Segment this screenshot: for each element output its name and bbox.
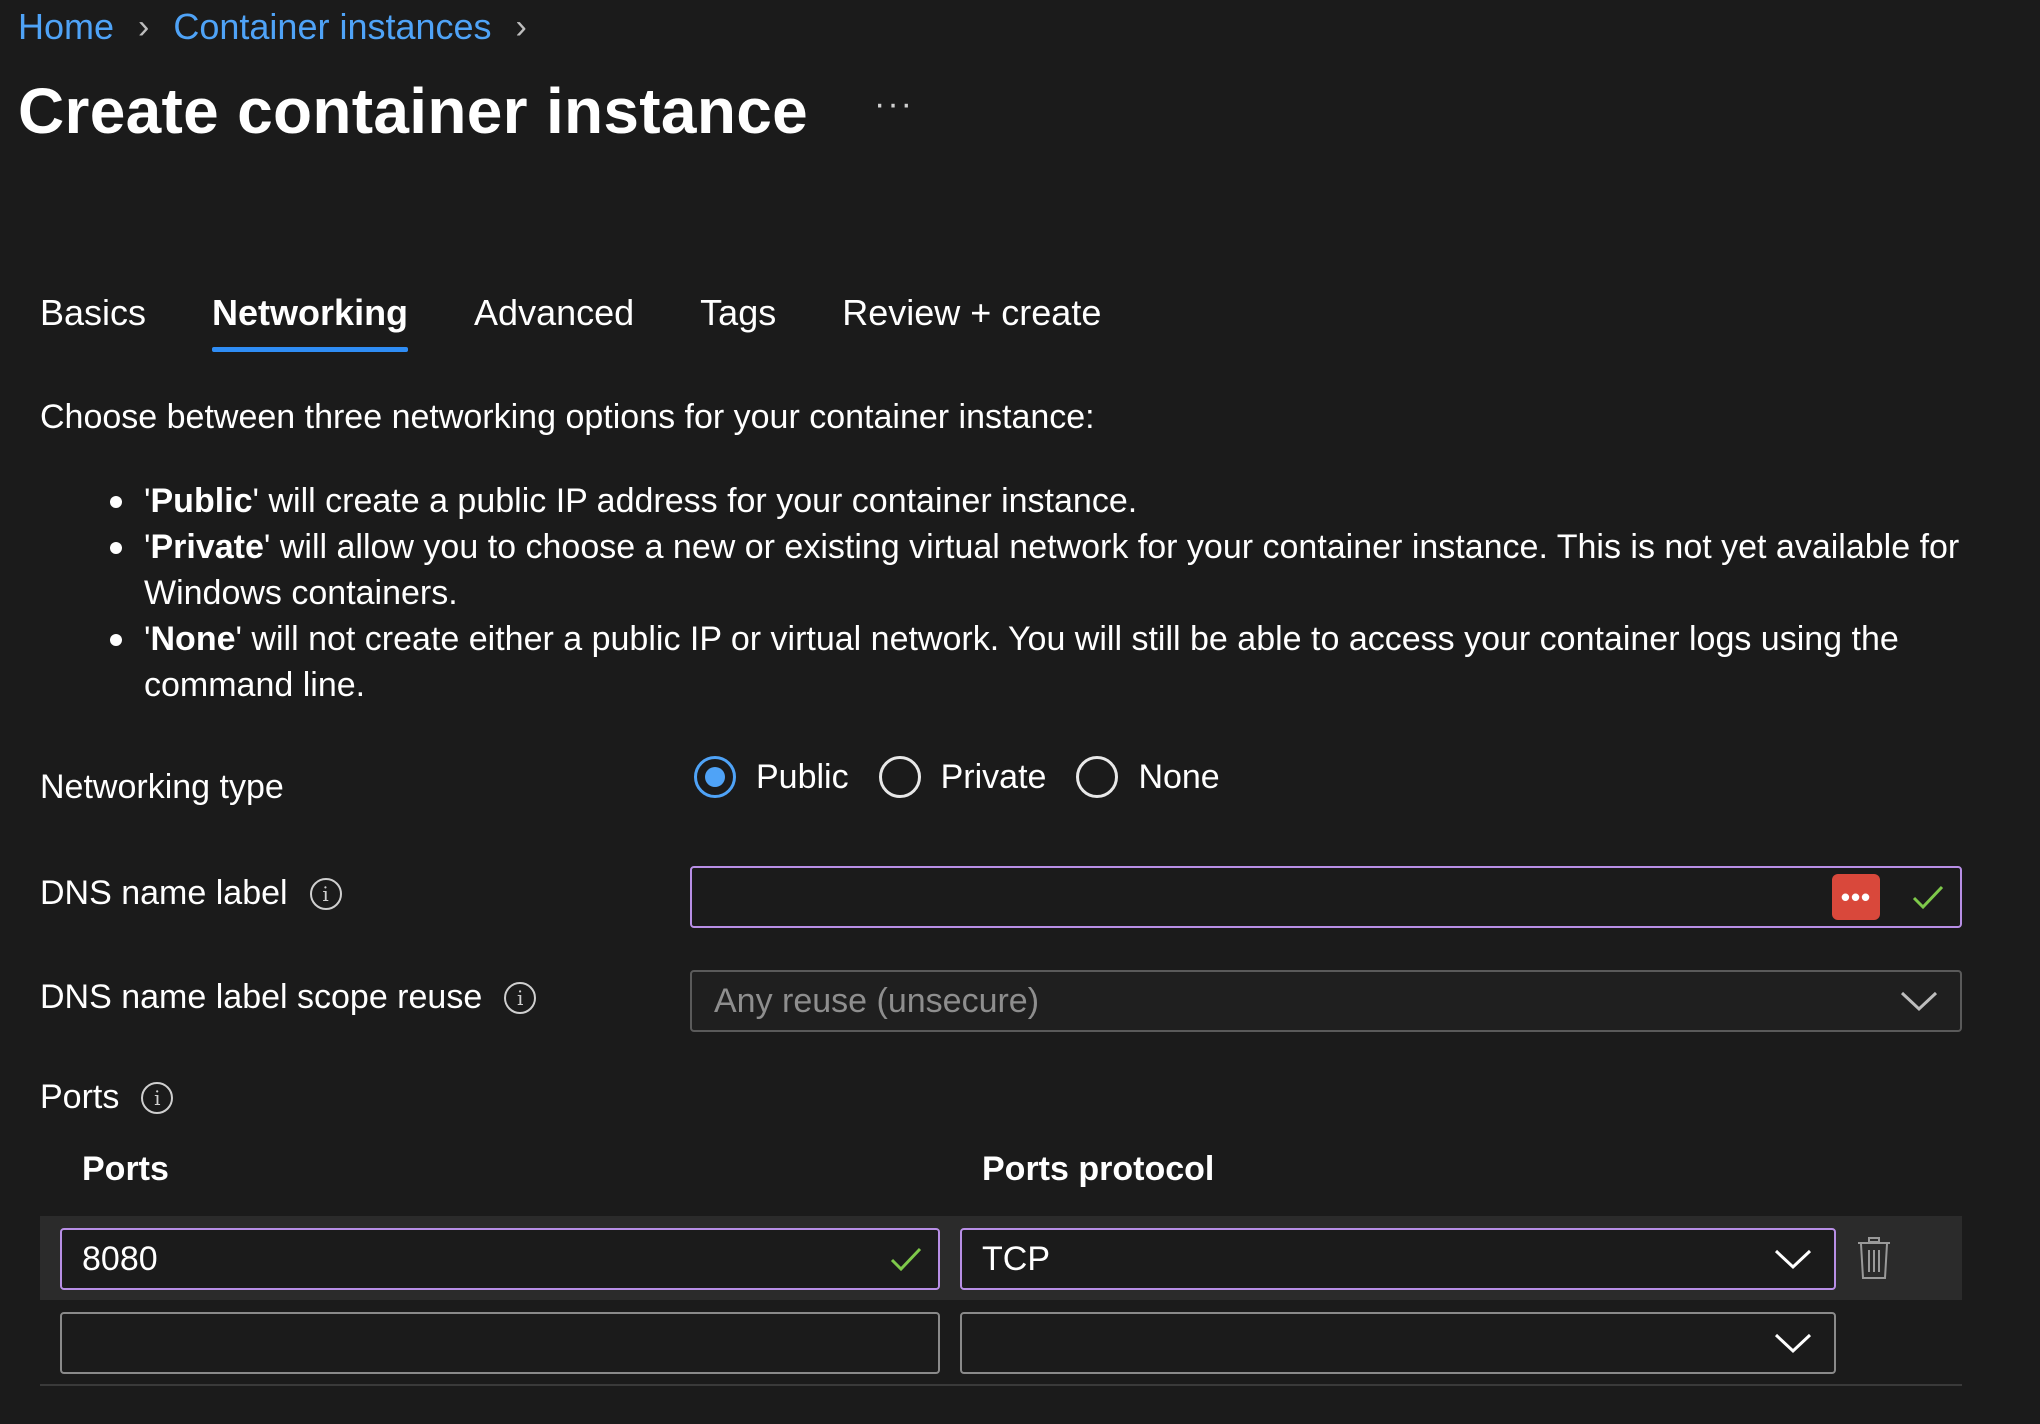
dns-name-input[interactable] — [692, 876, 1832, 918]
tab-review-create[interactable]: Review + create — [842, 292, 1101, 352]
radio-private-label: Private — [940, 757, 1047, 796]
list-item-none: 'None' will not create either a public I… — [110, 616, 1990, 708]
radio-none[interactable]: None — [1076, 756, 1220, 798]
info-icon[interactable]: i — [309, 877, 342, 910]
valid-check-icon — [888, 1241, 924, 1277]
dns-scope-reuse-label-text: DNS name label scope reuse — [40, 978, 483, 1016]
dns-scope-reuse-value: Any reuse (unsecure) — [714, 981, 1040, 1020]
list-item-public: 'Public' will create a public IP address… — [110, 478, 1990, 524]
delete-row-icon[interactable] — [1856, 1236, 1892, 1285]
chevron-down-icon — [1774, 1247, 1812, 1271]
breadcrumb-chevron-icon: › — [515, 8, 527, 46]
port-protocol-dropdown[interactable] — [960, 1312, 1836, 1374]
password-manager-icon[interactable]: ••• — [1832, 874, 1880, 920]
radio-checked-icon[interactable] — [694, 756, 736, 798]
tab-basics[interactable]: Basics — [40, 292, 146, 352]
port-protocol-dropdown[interactable]: TCP — [960, 1228, 1836, 1290]
radio-unchecked-icon[interactable] — [878, 756, 921, 798]
chevron-down-icon — [1774, 1331, 1812, 1355]
list-item-private: 'Private' will allow you to choose a new… — [110, 524, 1990, 616]
breadcrumb-chevron-icon: › — [138, 8, 150, 46]
port-input[interactable]: 8080 — [60, 1228, 940, 1290]
ports-section-label: Ports i — [40, 1078, 174, 1117]
networking-type-label: Networking type — [40, 768, 284, 807]
tab-advanced[interactable]: Advanced — [474, 292, 634, 352]
radio-public[interactable]: Public — [694, 756, 849, 798]
port-input[interactable] — [60, 1312, 940, 1374]
dns-name-field[interactable]: ••• — [690, 866, 1962, 928]
valid-check-icon — [1910, 879, 1946, 915]
breadcrumb: Home › Container instances › — [18, 6, 551, 48]
radio-none-label: None — [1138, 757, 1220, 796]
dns-name-label: DNS name label i — [40, 874, 342, 913]
radio-public-label: Public — [756, 757, 849, 796]
radio-unchecked-icon[interactable] — [1076, 756, 1119, 798]
info-icon[interactable]: i — [141, 1081, 174, 1114]
table-bottom-divider — [40, 1384, 1962, 1386]
port-protocol-value: TCP — [982, 1239, 1050, 1278]
page-title: Create container instance — [18, 75, 808, 147]
tab-bar: Basics Networking Advanced Tags Review +… — [40, 292, 1167, 352]
ports-protocol-column-header: Ports protocol — [982, 1150, 1215, 1188]
chevron-down-icon — [1900, 989, 1938, 1013]
breadcrumb-home-link[interactable]: Home — [18, 6, 114, 48]
ports-column-header: Ports — [82, 1150, 169, 1188]
create-container-page: Home › Container instances › Create cont… — [0, 0, 2040, 1424]
info-icon[interactable]: i — [504, 981, 537, 1014]
more-options-icon[interactable]: ··· — [874, 85, 914, 124]
radio-private[interactable]: Private — [878, 756, 1047, 798]
port-value: 8080 — [82, 1239, 158, 1278]
networking-type-label-text: Networking type — [40, 768, 284, 806]
dns-scope-reuse-label: DNS name label scope reuse i — [40, 978, 537, 1017]
tab-tags[interactable]: Tags — [700, 292, 776, 352]
networking-options-list: 'Public' will create a public IP address… — [110, 478, 1990, 708]
breadcrumb-container-instances-link[interactable]: Container instances — [173, 6, 491, 48]
tab-networking[interactable]: Networking — [212, 292, 409, 352]
dns-name-label-text: DNS name label — [40, 874, 288, 912]
title-row: Create container instance ··· — [18, 74, 914, 148]
dns-scope-reuse-dropdown[interactable]: Any reuse (unsecure) — [690, 970, 1962, 1032]
ports-section-label-text: Ports — [40, 1078, 120, 1116]
networking-intro-text: Choose between three networking options … — [40, 398, 1095, 436]
networking-type-radio-group: Public Private None — [694, 756, 1250, 798]
